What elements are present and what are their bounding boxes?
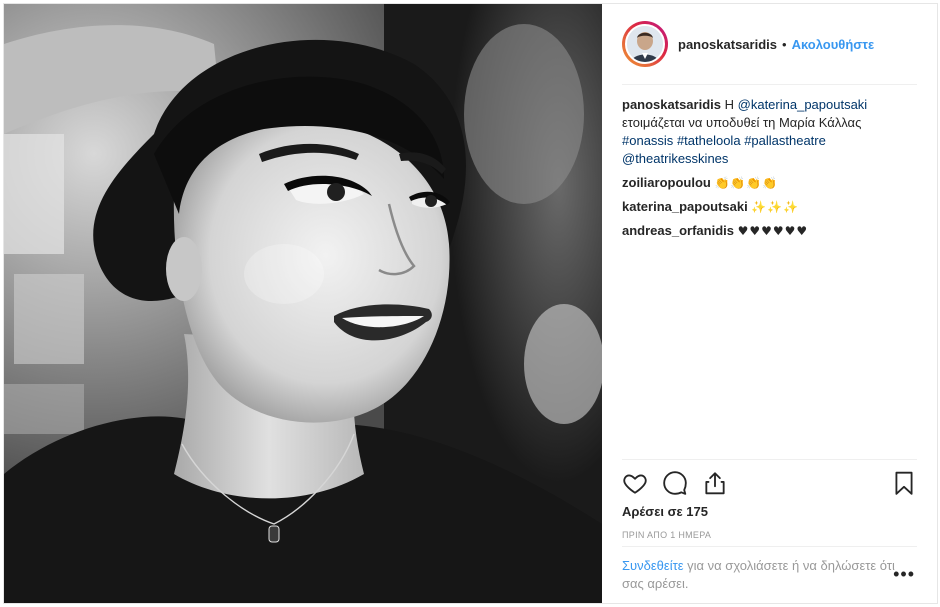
follow-button[interactable]: Ακολουθήστε xyxy=(792,37,875,52)
post-side-panel: panoskatsaridis • Ακολουθήστε panoskatsa… xyxy=(602,4,937,603)
comment-username[interactable]: andreas_orfanidis xyxy=(622,223,734,238)
action-bar xyxy=(622,469,917,497)
comments-list: panoskatsaridis Η @katerina_papoutsaki ε… xyxy=(622,96,921,246)
avatar-image xyxy=(627,26,663,62)
caption-mention[interactable]: @katerina_papoutsaki xyxy=(738,97,868,112)
comment-text: 👏👏👏👏 xyxy=(714,176,779,190)
heart-icon[interactable] xyxy=(622,470,648,496)
hashtag-link[interactable]: #onassis xyxy=(622,133,673,148)
post-header: panoskatsaridis • Ακολουθήστε xyxy=(622,19,937,69)
share-icon[interactable] xyxy=(702,470,728,496)
comment-username[interactable]: zoiliaropoulou xyxy=(622,175,711,190)
comment-username[interactable]: katerina_papoutsaki xyxy=(622,199,748,214)
author-username[interactable]: panoskatsaridis xyxy=(678,37,777,52)
caption-mention-2[interactable]: @theatrikesskines xyxy=(622,151,728,166)
comment-item: zoiliaropoulou 👏👏👏👏 xyxy=(622,174,921,192)
comment-text: ♥♥♥♥♥♥ xyxy=(737,224,809,238)
hashtag-link[interactable]: #pallastheatre xyxy=(744,133,826,148)
comment-icon[interactable] xyxy=(662,470,688,496)
login-link[interactable]: Συνδεθείτε xyxy=(622,558,684,573)
hashtag-link[interactable]: #tatheloola xyxy=(677,133,741,148)
actions-divider xyxy=(622,459,917,460)
comment-item: katerina_papoutsaki ✨✨✨ xyxy=(622,198,921,216)
post-photo[interactable] xyxy=(4,4,602,603)
instagram-post: panoskatsaridis • Ακολουθήστε panoskatsa… xyxy=(3,3,938,604)
caption-text: ετοιμάζεται να υποδυθεί τη Μαρία Κάλλας xyxy=(622,115,862,130)
bookmark-icon[interactable] xyxy=(891,470,917,496)
more-options-icon[interactable]: ••• xyxy=(893,565,915,583)
caption-author[interactable]: panoskatsaridis xyxy=(622,97,721,112)
avatar[interactable] xyxy=(625,24,665,64)
comment-item: andreas_orfanidis ♥♥♥♥♥♥ xyxy=(622,222,921,240)
caption-prefix: Η xyxy=(724,97,735,112)
login-prompt: Συνδεθείτε για να σχολιάσετε ή να δηλώσε… xyxy=(622,557,917,593)
comment-text: ✨✨✨ xyxy=(751,200,800,214)
post-timestamp[interactable]: ΠΡΙΝ ΑΠΟ 1 ΗΜΕΡΑ xyxy=(622,530,711,540)
separator-dot: • xyxy=(782,36,787,52)
portrait-image xyxy=(4,4,602,603)
avatar-story-ring[interactable] xyxy=(622,21,668,67)
footer-divider xyxy=(622,546,917,547)
caption: panoskatsaridis Η @katerina_papoutsaki ε… xyxy=(622,96,921,168)
header-divider xyxy=(622,84,917,85)
likes-count[interactable]: Αρέσει σε 175 xyxy=(622,504,708,519)
